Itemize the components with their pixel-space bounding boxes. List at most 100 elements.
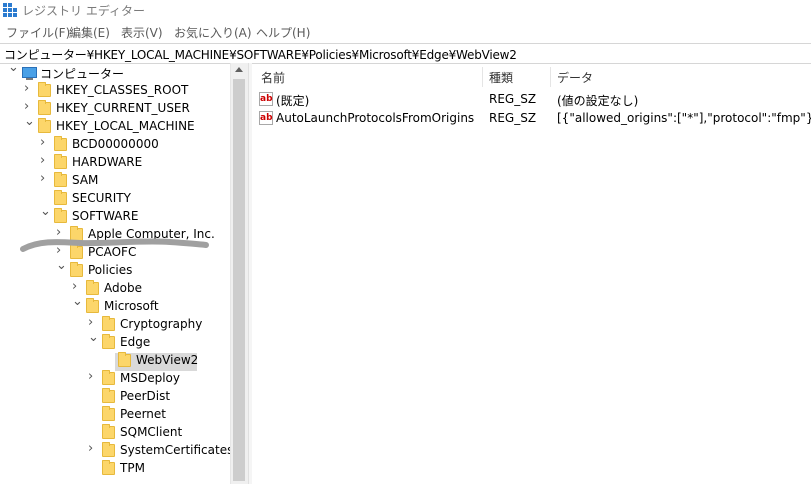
- folder-icon: [102, 406, 115, 421]
- column-type-header[interactable]: 種類: [489, 69, 513, 86]
- tree-node-label: HARDWARE: [72, 155, 143, 169]
- registry-editor-icon: [3, 3, 17, 17]
- folder-icon: [102, 442, 115, 457]
- tree-node-label: WebView2: [136, 353, 199, 367]
- tree-node[interactable]: ⌄ コンピューター: [0, 63, 230, 82]
- chevron-down-icon[interactable]: ⌄: [72, 295, 83, 308]
- value-data: [{"allowed_origins":["*"],"protocol":"fm…: [557, 111, 811, 125]
- string-value-icon: ab: [259, 111, 273, 125]
- scroll-thumb[interactable]: [233, 79, 245, 481]
- tree-node-label: HKEY_LOCAL_MACHINE: [56, 119, 195, 133]
- tree-node-label: Cryptography: [120, 317, 203, 331]
- menu-help[interactable]: ヘルプ(H): [256, 24, 310, 41]
- chevron-right-icon[interactable]: ›: [88, 442, 98, 455]
- folder-icon: [102, 370, 115, 385]
- tree-node-label: Policies: [88, 263, 133, 277]
- chevron-right-icon[interactable]: ›: [40, 172, 50, 185]
- address-path[interactable]: コンピューター¥HKEY_LOCAL_MACHINE¥SOFTWARE¥Poli…: [4, 46, 517, 63]
- tree-scrollbar[interactable]: [230, 63, 248, 484]
- menu-edit[interactable]: 編集(E): [69, 24, 110, 41]
- tree-node[interactable]: › HKEY_CLASSES_ROOT: [0, 82, 230, 100]
- tree-node[interactable]: › SAM: [0, 172, 230, 190]
- tree-node-label: SOFTWARE: [72, 209, 139, 223]
- chevron-right-icon[interactable]: ›: [24, 100, 34, 113]
- menu-bar: ファイル(F) 編集(E) 表示(V) お気に入り(A) ヘルプ(H): [0, 22, 811, 42]
- tree-node[interactable]: › BCD00000000: [0, 136, 230, 154]
- value-data: (値の設定なし): [557, 94, 639, 108]
- chevron-down-icon[interactable]: ⌄: [88, 331, 99, 344]
- tree-node-label: SystemCertificates: [120, 443, 230, 457]
- tree-node[interactable]: › Adobe: [0, 280, 230, 298]
- folder-icon: [86, 280, 99, 295]
- scribble-mark: [20, 238, 209, 252]
- chevron-down-icon[interactable]: ⌄: [24, 115, 35, 128]
- tree-node-label: HKEY_CURRENT_USER: [56, 101, 190, 115]
- chevron-right-icon[interactable]: ›: [72, 280, 82, 293]
- tree-node[interactable]: TPM: [0, 460, 230, 478]
- tree-node-label: BCD00000000: [72, 137, 159, 151]
- tree-node[interactable]: › HARDWARE: [0, 154, 230, 172]
- value-row[interactable]: ab AutoLaunchProtocolsFromOrigins REG_SZ…: [252, 109, 811, 128]
- column-name-header[interactable]: 名前: [261, 69, 285, 86]
- folder-icon: [102, 424, 115, 439]
- tree-node[interactable]: SQMClient: [0, 424, 230, 442]
- column-divider[interactable]: [482, 67, 483, 87]
- folder-icon: [54, 208, 67, 223]
- chevron-right-icon[interactable]: ›: [40, 154, 50, 167]
- folder-icon: [102, 388, 115, 403]
- tree-node[interactable]: ⌄ HKEY_LOCAL_MACHINE: [0, 115, 230, 136]
- tree-node-label: Adobe: [104, 281, 142, 295]
- folder-icon: [38, 82, 51, 97]
- tree-node-label: HKEY_CLASSES_ROOT: [56, 83, 189, 97]
- chevron-down-icon[interactable]: ⌄: [8, 63, 19, 74]
- tree-node-label: TPM: [120, 461, 145, 475]
- folder-icon: [54, 136, 67, 151]
- tree-node-label: コンピューター: [40, 67, 125, 81]
- value-list: 名前 種類 データ ab (既定) REG_SZ (値の設定なし) ab Aut…: [252, 63, 811, 484]
- tree-node[interactable]: SECURITY: [0, 190, 230, 208]
- tree-node-label: Microsoft: [104, 299, 159, 313]
- value-row[interactable]: ab (既定) REG_SZ (値の設定なし): [252, 90, 811, 109]
- chevron-right-icon[interactable]: ›: [24, 82, 34, 95]
- tree-node[interactable]: › MSDeploy: [0, 370, 230, 388]
- tree-node-label: SQMClient: [120, 425, 183, 439]
- folder-icon: [102, 334, 115, 349]
- chevron-right-icon[interactable]: ›: [88, 316, 98, 329]
- tree-node[interactable]: ⌄ Microsoft: [0, 295, 230, 316]
- tree-node[interactable]: PeerDist: [0, 388, 230, 406]
- column-data-header[interactable]: データ: [557, 69, 593, 86]
- folder-icon: [54, 190, 67, 205]
- tree-node[interactable]: ⌄ Edge: [0, 331, 230, 352]
- folder-icon: [70, 262, 83, 277]
- folder-icon: [102, 316, 115, 331]
- folder-icon: [118, 352, 131, 367]
- tree-node[interactable]: ⌄ SOFTWARE: [0, 205, 230, 226]
- folder-icon: [86, 298, 99, 313]
- string-value-icon: ab: [259, 92, 273, 106]
- tree-node[interactable]: › SystemCertificates: [0, 442, 230, 460]
- tree-node-label: Edge: [120, 335, 151, 349]
- folder-icon: [54, 172, 67, 187]
- tree-node[interactable]: ⌄ Policies: [0, 259, 230, 280]
- folder-icon: [38, 118, 51, 133]
- chevron-right-icon[interactable]: ›: [88, 370, 98, 383]
- tree-node[interactable]: Peernet: [0, 406, 230, 424]
- title-bar: レジストリ エディター: [0, 0, 811, 20]
- address-bar[interactable]: コンピューター¥HKEY_LOCAL_MACHINE¥SOFTWARE¥Poli…: [0, 43, 811, 64]
- tree-node-label: SECURITY: [72, 191, 131, 205]
- tree-node-label: SAM: [72, 173, 99, 187]
- column-divider[interactable]: [550, 67, 551, 87]
- menu-favorites[interactable]: お気に入り(A): [174, 24, 252, 41]
- window-title: レジストリ エディター: [22, 4, 145, 18]
- menu-view[interactable]: 表示(V): [121, 24, 163, 41]
- tree-node[interactable]: › Cryptography: [0, 316, 230, 334]
- tree-node[interactable]: WebView2: [0, 352, 230, 370]
- chevron-down-icon[interactable]: ⌄: [40, 205, 51, 218]
- menu-file[interactable]: ファイル(F): [6, 24, 70, 41]
- computer-icon: [22, 67, 37, 80]
- chevron-right-icon[interactable]: ›: [40, 136, 50, 149]
- key-tree: ⌄ コンピューター › HKEY_CLASSES_ROOT › HKEY_CURRENT_…: [0, 63, 230, 484]
- value-type: REG_SZ: [489, 111, 537, 125]
- scroll-up-arrow-icon[interactable]: [235, 67, 243, 72]
- tree-node-label: PeerDist: [120, 389, 171, 403]
